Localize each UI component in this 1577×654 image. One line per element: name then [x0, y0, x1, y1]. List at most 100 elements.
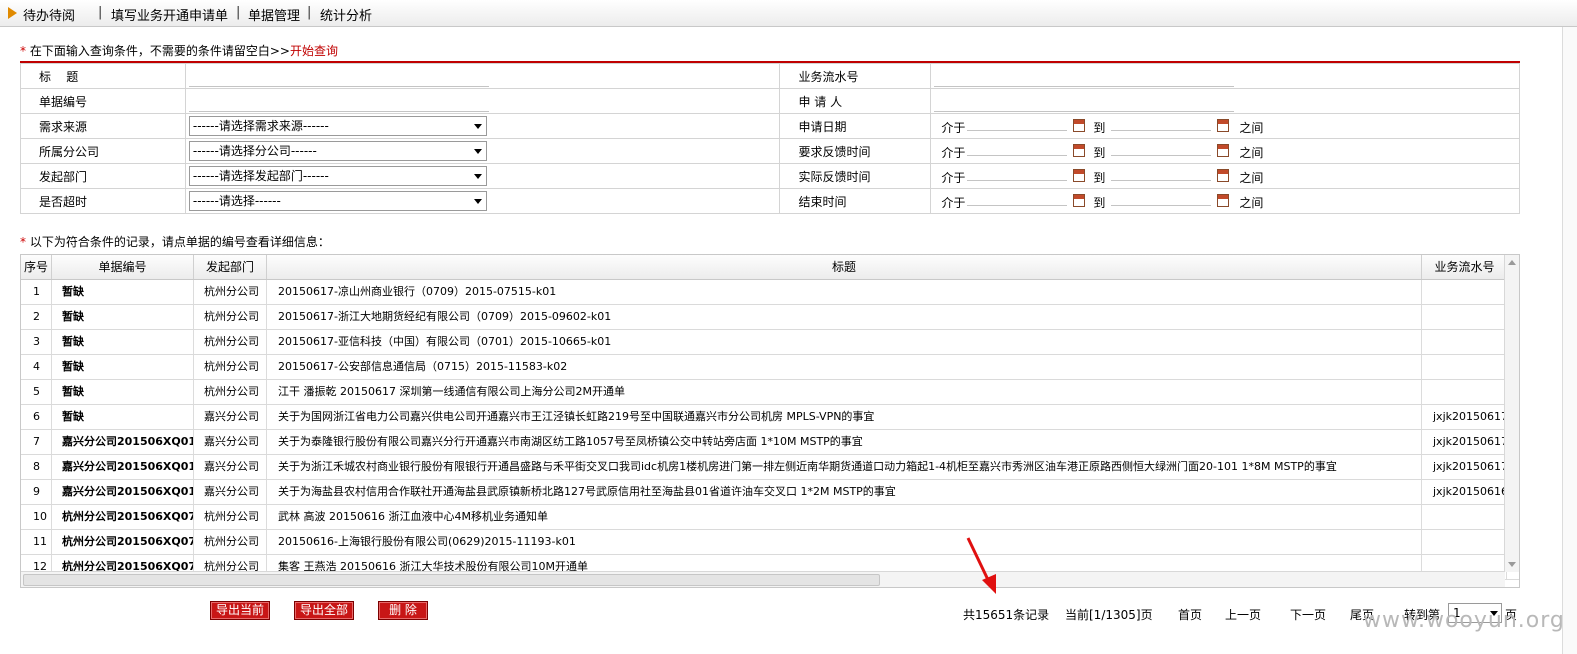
serial-input[interactable]: [934, 65, 1235, 87]
query-hint: * 在下面输入查询条件，不需要的条件请留空白>>开始查询: [20, 42, 338, 59]
table-row[interactable]: 8 嘉兴分公司201506XQ013 嘉兴分公司 关于为浙江禾城农村商业银行股份有限银…: [21, 455, 1519, 480]
end-time-from-input[interactable]: [967, 205, 1068, 206]
next-page-link[interactable]: 下一页: [1290, 606, 1326, 623]
req-feedback-to-input[interactable]: [1111, 155, 1212, 156]
export-all-button[interactable]: 导出全部: [294, 601, 354, 620]
act-feedback-to-input[interactable]: [1111, 180, 1212, 181]
table-row[interactable]: 6 暂缺 嘉兴分公司 关于为国网浙江省电力公司嘉兴供电公司开通嘉兴市王江泾镇长虹路21…: [21, 405, 1519, 430]
apply-date-from-input[interactable]: [967, 130, 1068, 131]
cell-no: 10: [21, 505, 52, 529]
cell-doc-no[interactable]: 杭州分公司201506XQ072: [52, 530, 194, 554]
calendar-icon[interactable]: [1217, 144, 1230, 157]
col-header-dept[interactable]: 发起部门: [194, 255, 267, 279]
export-current-button[interactable]: 导出当前: [210, 601, 270, 620]
top-nav: 待办待阅 | 填写业务开通申请单 | 单据管理 | 统计分析: [0, 0, 1577, 27]
within-label: 之间: [1239, 121, 1264, 135]
nav-item-statistics[interactable]: 统计分析: [320, 5, 372, 24]
overdue-select[interactable]: ------请选择------: [188, 191, 487, 211]
cell-doc-no[interactable]: 暂缺: [52, 405, 194, 429]
cell-title: 关于为浙江禾城农村商业银行股份有限银行开通昌盛路与禾平街交叉口我司idc机房1楼…: [267, 455, 1422, 479]
table-row[interactable]: 11 杭州分公司201506XQ072 杭州分公司 20150616-上海银行股份有限…: [21, 530, 1519, 555]
label-overdue: 是否超时: [20, 188, 186, 214]
within-label: 之间: [1239, 171, 1264, 185]
to-label: 到: [1093, 196, 1106, 210]
cell-doc-no[interactable]: 暂缺: [52, 305, 194, 329]
col-header-no[interactable]: 序号: [21, 255, 52, 279]
cell-doc-no[interactable]: 暂缺: [52, 280, 194, 304]
cell-title: 20150617-亚信科技（中国）有限公司（0701）2015-10665-k0…: [267, 330, 1422, 354]
col-header-doc-no[interactable]: 单据编号: [52, 255, 194, 279]
table-row[interactable]: 3 暂缺 杭州分公司 20150617-亚信科技（中国）有限公司（0701）2015-…: [21, 330, 1519, 355]
calendar-icon[interactable]: [1073, 119, 1086, 132]
cell-doc-no[interactable]: 杭州分公司201506XQ073: [52, 505, 194, 529]
required-star: *: [20, 44, 26, 58]
cell-dept: 杭州分公司: [194, 280, 267, 304]
branch-select[interactable]: ------请选择分公司------: [188, 141, 487, 161]
req-feedback-from-input[interactable]: [967, 155, 1068, 156]
cell-title: 武林 高波 20150616 浙江血液中心4M移机业务通知单: [267, 505, 1422, 529]
start-query-link[interactable]: 开始查询: [290, 44, 338, 58]
current-page: 当前[1/1305]页: [1065, 608, 1153, 622]
act-feedback-range: 介于 到 之间: [941, 164, 1519, 188]
calendar-icon[interactable]: [1217, 119, 1230, 132]
table-row[interactable]: 1 暂缺 杭州分公司 20150617-凉山州商业银行（0709）2015-07515…: [21, 280, 1519, 305]
cell-title: 江干 潘振乾 20150617 深圳第一线通信有限公司上海分公司2M开通单: [267, 380, 1422, 404]
delete-button[interactable]: 删 除: [378, 601, 428, 620]
scroll-up-icon[interactable]: [1508, 260, 1516, 265]
scrollbar-thumb[interactable]: [23, 574, 880, 586]
table-row[interactable]: 10 杭州分公司201506XQ073 杭州分公司 武林 高波 20150616 浙江…: [21, 505, 1519, 530]
table-vertical-scrollbar[interactable]: [1504, 255, 1519, 572]
cell-doc-no[interactable]: 嘉兴分公司201506XQ012: [52, 480, 194, 504]
col-header-title[interactable]: 标题: [267, 255, 1422, 279]
nav-item-doc-management[interactable]: 单据管理: [248, 5, 300, 24]
table-row[interactable]: 7 嘉兴分公司201506XQ014 嘉兴分公司 关于为泰隆银行股份有限公司嘉兴分行开…: [21, 430, 1519, 455]
scroll-down-icon[interactable]: [1508, 562, 1516, 567]
nav-item-todo[interactable]: 待办待阅: [23, 5, 75, 24]
page-scrollbar[interactable]: [1562, 27, 1577, 654]
end-time-to-input[interactable]: [1111, 205, 1212, 206]
apply-date-to-input[interactable]: [1111, 130, 1212, 131]
cell-title: 关于为国网浙江省电力公司嘉兴供电公司开通嘉兴市王江泾镇长虹路219号至中国联通嘉…: [267, 405, 1422, 429]
query-form: 标 题 业务流水号 单据编号 申 请 人 需求来源 ------请选择需求来源-…: [20, 63, 1520, 214]
cell-serial: jxjk20150617: [1422, 430, 1507, 454]
table-row[interactable]: 2 暂缺 杭州分公司 20150617-浙江大地期货经纪有限公司（0709）2015-…: [21, 305, 1519, 330]
cell-dept: 嘉兴分公司: [194, 480, 267, 504]
calendar-icon[interactable]: [1217, 194, 1230, 207]
source-select[interactable]: ------请选择需求来源------: [188, 116, 487, 136]
total-records: 共15651条记录: [963, 608, 1050, 622]
within-label: 之间: [1239, 146, 1264, 160]
overdue-select-value: ------请选择------: [192, 194, 281, 208]
cell-no: 11: [21, 530, 52, 554]
col-header-serial[interactable]: 业务流水号: [1422, 255, 1507, 279]
act-feedback-from-input[interactable]: [967, 180, 1068, 181]
title-input[interactable]: [188, 65, 489, 87]
doc-no-input[interactable]: [188, 90, 489, 112]
cell-dept: 杭州分公司: [194, 355, 267, 379]
calendar-icon[interactable]: [1073, 169, 1086, 182]
nav-item-fill-application[interactable]: 填写业务开通申请单: [111, 5, 228, 24]
chevron-down-icon: [473, 174, 482, 179]
calendar-icon[interactable]: [1073, 144, 1086, 157]
cell-doc-no[interactable]: 嘉兴分公司201506XQ013: [52, 455, 194, 479]
cell-doc-no[interactable]: 暂缺: [52, 380, 194, 404]
to-label: 到: [1093, 121, 1106, 135]
table-row[interactable]: 9 嘉兴分公司201506XQ012 嘉兴分公司 关于为海盐县农村信用合作联社开通海盐…: [21, 480, 1519, 505]
label-end-time: 结束时间: [779, 188, 932, 214]
table-row[interactable]: 5 暂缺 杭州分公司 江干 潘振乾 20150617 深圳第一线通信有限公司上海分公司…: [21, 380, 1519, 405]
cell-serial: [1422, 355, 1507, 379]
label-branch: 所属分公司: [20, 138, 186, 164]
calendar-icon[interactable]: [1073, 194, 1086, 207]
table-row[interactable]: 4 暂缺 杭州分公司 20150617-公安部信息通信局（0715）2015-1158…: [21, 355, 1519, 380]
branch-select-value: ------请选择分公司------: [192, 144, 317, 158]
prev-page-link[interactable]: 上一页: [1225, 606, 1261, 623]
calendar-icon[interactable]: [1217, 169, 1230, 182]
cell-doc-no[interactable]: 嘉兴分公司201506XQ014: [52, 430, 194, 454]
first-page-link[interactable]: 首页: [1178, 606, 1202, 623]
applicant-input[interactable]: [934, 90, 1235, 112]
apply-date-range: 介于 到 之间: [941, 114, 1519, 138]
cell-doc-no[interactable]: 暂缺: [52, 330, 194, 354]
table-horizontal-scrollbar[interactable]: [21, 571, 1505, 587]
dept-select[interactable]: ------请选择发起部门------: [188, 166, 487, 186]
cell-doc-no[interactable]: 暂缺: [52, 355, 194, 379]
between-label: 介于: [941, 146, 966, 160]
